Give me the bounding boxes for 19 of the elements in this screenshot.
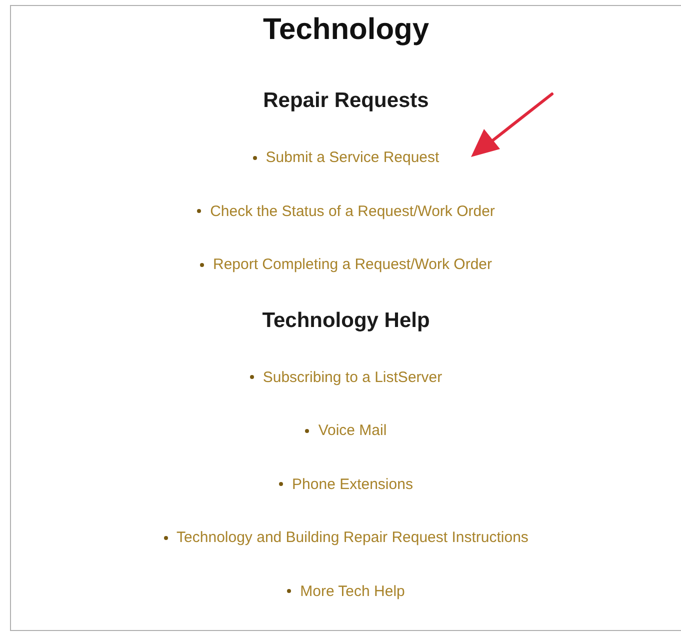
link[interactable]: Subscribing to a ListServer	[262, 368, 442, 386]
bullet-icon	[250, 375, 254, 380]
bullet-icon	[252, 156, 257, 160]
link[interactable]: Voice Mail	[318, 422, 387, 440]
link[interactable]: Phone Extensions	[292, 476, 413, 493]
link[interactable]: More Tech Help	[300, 582, 405, 600]
bullet-icon	[287, 589, 292, 594]
link[interactable]: Submit a Service Request	[266, 149, 440, 166]
link[interactable]: Technology and Building Repair Request Instructions	[176, 529, 528, 546]
bullet-icon	[197, 209, 202, 214]
bullet-icon	[279, 482, 284, 486]
page-title: Technology	[262, 12, 430, 48]
section-heading: Repair Requests	[263, 88, 429, 114]
bullet-icon	[200, 262, 204, 267]
section-heading: Technology Help	[262, 308, 430, 334]
bullet-icon	[305, 428, 310, 433]
link[interactable]: Report Completing a Request/Work Order	[212, 256, 492, 274]
link[interactable]: Check the Status of a Request/Work Order	[210, 202, 495, 220]
bullet-icon	[164, 536, 168, 540]
